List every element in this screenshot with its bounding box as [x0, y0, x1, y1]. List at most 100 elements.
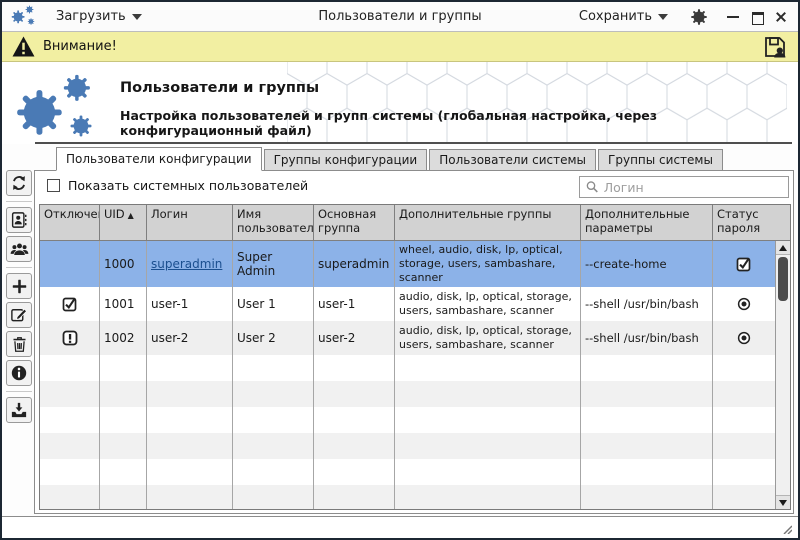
load-menu-button[interactable]: Загрузить	[52, 6, 146, 27]
save-users-icon[interactable]	[762, 35, 788, 59]
column-header-primary-group[interactable]: Основная группа	[314, 205, 395, 241]
users-table: Отключен UID▲ Логин Имя пользователя Осн…	[39, 204, 791, 510]
cell-password-status	[713, 241, 775, 287]
titlebar: Пользователи и группы Загрузить Сохранит…	[2, 2, 798, 32]
cell-disabled	[40, 321, 100, 355]
plus-icon	[11, 278, 28, 295]
import-users-button[interactable]	[6, 397, 32, 423]
minimize-icon[interactable]	[726, 10, 740, 24]
empty-row	[40, 485, 775, 509]
empty-row	[40, 407, 775, 433]
refresh-button[interactable]	[6, 170, 32, 196]
cell-uid: 1001	[100, 287, 147, 321]
cell-name: User 1	[233, 287, 314, 321]
checkbox-checked-icon[interactable]	[62, 296, 78, 312]
page-subtitle: Настройка пользователей и групп системы …	[120, 108, 770, 138]
warning-bar: Внимание!	[2, 32, 798, 62]
info-icon	[10, 364, 28, 382]
table-row-superadmin[interactable]: 1000 superadmin Super Admin superadmin w…	[40, 241, 775, 287]
cell-password-status	[713, 287, 775, 321]
save-menu-label: Сохранить	[579, 9, 652, 24]
user-card-button[interactable]	[6, 207, 32, 233]
cell-extra-groups: wheel, audio, disk, lp, optical, storage…	[395, 241, 581, 287]
tab-config-users[interactable]: Пользователи конфигурации	[56, 147, 262, 171]
tab-content: Показать системных пользователей Отключе…	[34, 170, 794, 514]
sidebar-toolbar	[5, 170, 33, 426]
triangle-down-icon	[779, 500, 787, 506]
cell-login: user-2	[147, 321, 233, 355]
header-divider	[35, 142, 792, 144]
maximize-icon[interactable]	[750, 10, 764, 24]
add-user-button[interactable]	[6, 273, 32, 299]
scroll-up-button[interactable]	[776, 241, 790, 255]
empty-row	[40, 381, 775, 407]
sidebar-separator	[6, 267, 32, 268]
column-header-extra-groups[interactable]: Дополнительные группы	[395, 205, 581, 241]
show-system-users-checkbox[interactable]	[47, 179, 60, 192]
login-link[interactable]: superadmin	[151, 257, 222, 271]
info-button[interactable]	[6, 360, 32, 386]
search-input[interactable]	[604, 180, 782, 195]
resize-grip[interactable]	[780, 522, 792, 534]
settings-gear-icon[interactable]	[690, 8, 708, 26]
tab-config-groups[interactable]: Группы конфигурации	[264, 149, 428, 171]
cell-login: user-1	[147, 287, 233, 321]
radio-selected-icon[interactable]	[737, 297, 751, 311]
window-controls	[726, 10, 788, 24]
user-group-button[interactable]	[6, 236, 32, 262]
user-group-icon	[10, 240, 29, 259]
table-header-row: Отключен UID▲ Логин Имя пользователя Осн…	[40, 205, 790, 241]
table-row-user-1[interactable]: 1001 user-1 User 1 user-1 audio, disk, l…	[40, 287, 775, 321]
cell-extra-groups: audio, disk, lp, optical, storage, users…	[395, 287, 581, 321]
app-gears-icon	[10, 5, 40, 29]
page-title: Пользователи и группы	[120, 80, 319, 96]
warning-box-icon[interactable]	[62, 330, 78, 346]
chevron-down-icon	[132, 14, 142, 20]
edit-pencil-icon	[10, 306, 28, 324]
chevron-down-icon	[658, 14, 668, 20]
scroll-down-button[interactable]	[776, 495, 790, 509]
status-bar	[2, 516, 798, 538]
gears-logo-icon	[14, 72, 94, 138]
show-system-users-label: Показать системных пользователей	[68, 178, 308, 193]
load-menu-label: Загрузить	[56, 9, 126, 24]
cell-extra-params: --shell /usr/bin/bash	[581, 321, 713, 355]
table-row-user-2[interactable]: 1002 user-2 User 2 user-2 audio, disk, l…	[40, 321, 775, 355]
sidebar-separator	[6, 201, 32, 202]
column-header-password-status[interactable]: Статус пароля	[713, 205, 775, 241]
scrollbar-header-spacer	[775, 205, 790, 241]
app-window: Пользователи и группы Загрузить Сохранит…	[0, 0, 800, 540]
cell-uid: 1002	[100, 321, 147, 355]
radio-selected-icon[interactable]	[737, 331, 751, 345]
cell-extra-params: --shell /usr/bin/bash	[581, 287, 713, 321]
column-header-login[interactable]: Логин	[147, 205, 233, 241]
triangle-up-icon	[779, 245, 787, 251]
column-header-name[interactable]: Имя пользователя	[233, 205, 314, 241]
cell-extra-params: --create-home	[581, 241, 713, 287]
delete-user-button[interactable]	[6, 331, 32, 357]
page-header: Пользователи и группы Настройка пользова…	[2, 62, 798, 144]
save-menu-button[interactable]: Сохранить	[575, 6, 672, 27]
close-icon[interactable]	[774, 10, 788, 24]
cell-extra-groups: audio, disk, lp, optical, storage, users…	[395, 321, 581, 355]
scrollbar-track[interactable]	[776, 303, 790, 495]
search-box	[579, 176, 789, 198]
checkbox-checked-icon[interactable]	[736, 256, 752, 272]
tab-bar: Пользователи конфигурации Группы конфигу…	[56, 147, 725, 171]
scrollbar-thumb[interactable]	[778, 257, 788, 301]
column-header-disabled[interactable]: Отключен	[40, 205, 100, 241]
empty-row	[40, 433, 775, 459]
tab-system-users[interactable]: Пользователи системы	[429, 149, 596, 171]
column-header-extra-params[interactable]: Дополнительные параметры	[581, 205, 713, 241]
edit-user-button[interactable]	[6, 302, 32, 328]
cell-uid: 1000	[100, 241, 147, 287]
warning-text: Внимание!	[43, 39, 117, 54]
cell-disabled[interactable]	[40, 241, 100, 287]
column-header-uid[interactable]: UID▲	[100, 205, 147, 241]
trash-icon	[11, 336, 28, 353]
empty-row	[40, 355, 775, 381]
cell-primary-group: user-1	[314, 287, 395, 321]
cell-name: User 2	[233, 321, 314, 355]
tab-system-groups[interactable]: Группы системы	[598, 149, 723, 171]
sidebar-separator	[6, 391, 32, 392]
